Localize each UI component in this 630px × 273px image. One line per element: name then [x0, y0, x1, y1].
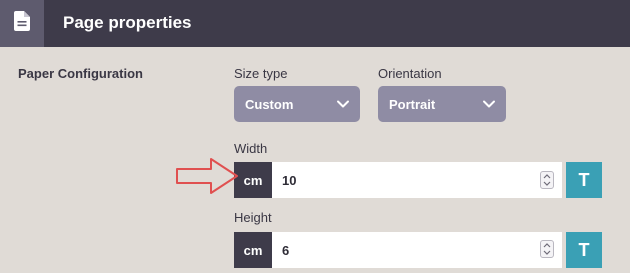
orientation-value: Portrait	[389, 96, 436, 112]
width-input[interactable]: 10	[272, 162, 562, 198]
document-icon	[14, 11, 30, 36]
orientation-label: Orientation	[378, 66, 442, 81]
header-bar: Page properties	[0, 0, 630, 47]
width-spinner[interactable]	[540, 171, 554, 189]
height-unit-button[interactable]: cm	[234, 232, 272, 268]
height-input[interactable]: 6	[272, 232, 562, 268]
width-text-button[interactable]: T	[566, 162, 602, 198]
header-icon-box	[0, 0, 44, 47]
annotation-arrow-icon	[176, 158, 238, 194]
height-text-button[interactable]: T	[566, 232, 602, 268]
size-type-label: Size type	[234, 66, 288, 81]
chevron-down-icon	[337, 100, 349, 108]
spinner-arrows-icon	[543, 174, 551, 186]
width-label: Width	[234, 141, 268, 156]
chevron-down-icon	[483, 100, 495, 108]
width-unit-button[interactable]: cm	[234, 162, 272, 198]
size-type-select[interactable]: Custom	[234, 86, 360, 122]
height-spinner[interactable]	[540, 240, 554, 258]
spinner-arrows-icon	[543, 243, 551, 255]
height-label: Height	[234, 210, 272, 225]
section-label: Paper Configuration	[18, 66, 143, 81]
page-title: Page properties	[63, 13, 192, 32]
size-type-value: Custom	[245, 96, 294, 112]
orientation-select[interactable]: Portrait	[378, 86, 506, 122]
